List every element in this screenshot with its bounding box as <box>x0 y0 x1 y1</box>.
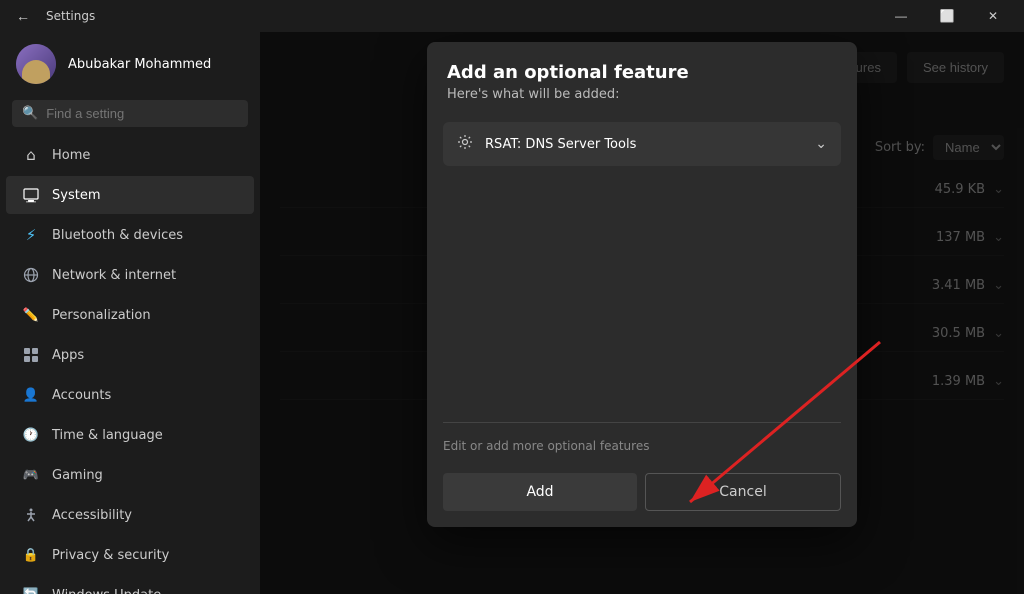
user-name: Abubakar Mohammed <box>68 57 211 72</box>
feature-chevron-icon: ⌄ <box>815 136 827 152</box>
home-icon: ⌂ <box>22 146 40 164</box>
user-section: Abubakar Mohammed <box>0 32 260 96</box>
content-area: View features See history Sort by: Name … <box>260 32 1024 594</box>
privacy-icon: 🔒 <box>22 546 40 564</box>
back-button[interactable]: ← <box>8 4 38 28</box>
accessibility-icon <box>22 506 40 524</box>
sidebar-item-label: Time & language <box>52 428 163 443</box>
dialog-header: Add an optional feature Here's what will… <box>427 42 857 112</box>
sidebar-item-label: Network & internet <box>52 268 176 283</box>
sidebar-item-windows-update[interactable]: 🔄 Windows Update <box>6 576 254 594</box>
sidebar-item-label: Personalization <box>52 308 151 323</box>
window-controls: — ⬜ ✕ <box>878 0 1016 32</box>
bluetooth-icon: ⚡ <box>22 226 40 244</box>
sidebar-item-accounts[interactable]: 👤 Accounts <box>6 376 254 414</box>
personalization-icon: ✏️ <box>22 306 40 324</box>
avatar <box>16 44 56 84</box>
feature-item: RSAT: DNS Server Tools ⌄ <box>443 122 841 166</box>
sidebar-item-personalization[interactable]: ✏️ Personalization <box>6 296 254 334</box>
dialog-subtitle: Here's what will be added: <box>447 87 837 102</box>
windows-update-icon: 🔄 <box>22 586 40 594</box>
sidebar: Abubakar Mohammed 🔍 ⌂ Home System ⚡ Blue… <box>0 32 260 594</box>
close-button[interactable]: ✕ <box>970 0 1016 32</box>
accounts-icon: 👤 <box>22 386 40 404</box>
dialog-body: RSAT: DNS Server Tools ⌄ <box>427 112 857 412</box>
maximize-button[interactable]: ⬜ <box>924 0 970 32</box>
sidebar-item-apps[interactable]: Apps <box>6 336 254 374</box>
network-icon <box>22 266 40 284</box>
sidebar-item-label: Accessibility <box>52 508 132 523</box>
sidebar-item-label: Gaming <box>52 468 103 483</box>
feature-name: RSAT: DNS Server Tools <box>485 137 803 152</box>
title-bar: ← Settings — ⬜ ✕ <box>0 0 1024 32</box>
overlay: Add an optional feature Here's what will… <box>260 32 1024 594</box>
sidebar-item-gaming[interactable]: 🎮 Gaming <box>6 456 254 494</box>
sidebar-item-system[interactable]: System <box>6 176 254 214</box>
sidebar-item-label: Home <box>52 148 90 163</box>
dialog-actions: Add Cancel <box>427 463 857 527</box>
time-icon: 🕐 <box>22 426 40 444</box>
sidebar-item-label: Apps <box>52 348 84 363</box>
dialog-title: Add an optional feature <box>447 62 837 83</box>
gear-icon <box>457 134 473 154</box>
minimize-button[interactable]: — <box>878 0 924 32</box>
add-button[interactable]: Add <box>443 473 637 511</box>
search-input[interactable] <box>46 106 238 121</box>
dialog: Add an optional feature Here's what will… <box>427 42 857 527</box>
sidebar-item-label: Windows Update <box>52 588 161 594</box>
sidebar-item-network[interactable]: Network & internet <box>6 256 254 294</box>
search-box[interactable]: 🔍 <box>12 100 248 127</box>
sidebar-item-bluetooth[interactable]: ⚡ Bluetooth & devices <box>6 216 254 254</box>
apps-icon <box>22 346 40 364</box>
sidebar-item-label: Privacy & security <box>52 548 169 563</box>
sidebar-item-label: System <box>52 188 100 203</box>
cancel-button[interactable]: Cancel <box>645 473 841 511</box>
gaming-icon: 🎮 <box>22 466 40 484</box>
dialog-footer-link[interactable]: Edit or add more optional features <box>427 433 857 463</box>
app-body: Abubakar Mohammed 🔍 ⌂ Home System ⚡ Blue… <box>0 32 1024 594</box>
sidebar-item-accessibility[interactable]: Accessibility <box>6 496 254 534</box>
system-icon <box>22 186 40 204</box>
sidebar-item-label: Bluetooth & devices <box>52 228 183 243</box>
window-title: Settings <box>46 9 95 23</box>
sidebar-item-label: Accounts <box>52 388 111 403</box>
search-icon: 🔍 <box>22 106 38 121</box>
sidebar-item-privacy[interactable]: 🔒 Privacy & security <box>6 536 254 574</box>
dialog-divider <box>443 422 841 423</box>
sidebar-item-time[interactable]: 🕐 Time & language <box>6 416 254 454</box>
sidebar-item-home[interactable]: ⌂ Home <box>6 136 254 174</box>
